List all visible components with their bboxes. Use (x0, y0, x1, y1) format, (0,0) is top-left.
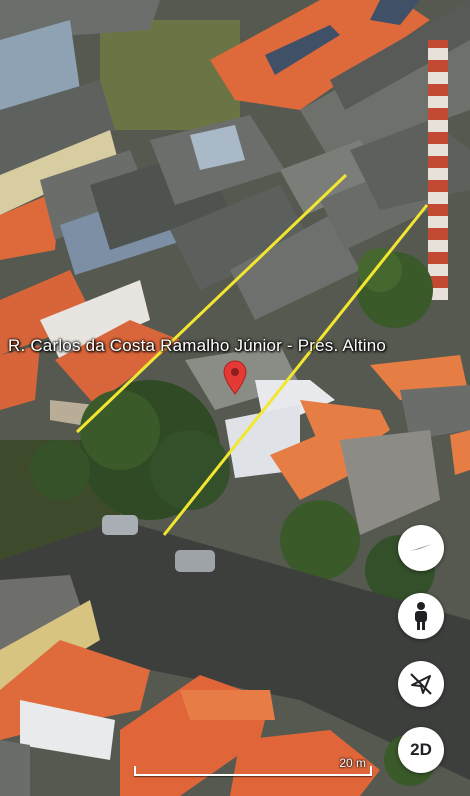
pegman-icon (410, 601, 432, 631)
street-view-button[interactable] (398, 593, 444, 639)
scale-bar: 20 m (134, 756, 372, 776)
tilt-toggle-icon (408, 671, 434, 697)
view-mode-label: 2D (410, 740, 432, 759)
compass-icon (407, 534, 435, 562)
compass-button[interactable] (398, 525, 444, 571)
scale-label: 20 m (339, 756, 366, 770)
street-label: R. Carlos da Costa Ramalho Júnior - Pres… (8, 336, 387, 355)
view-mode-2d-button[interactable]: 2D (398, 727, 444, 773)
location-pin-icon[interactable] (222, 359, 248, 395)
tilt-toggle-button[interactable] (398, 661, 444, 707)
scale-bar-line (134, 766, 372, 776)
map-viewport[interactable]: R. Carlos da Costa Ramalho Júnior - Pres… (0, 0, 470, 796)
